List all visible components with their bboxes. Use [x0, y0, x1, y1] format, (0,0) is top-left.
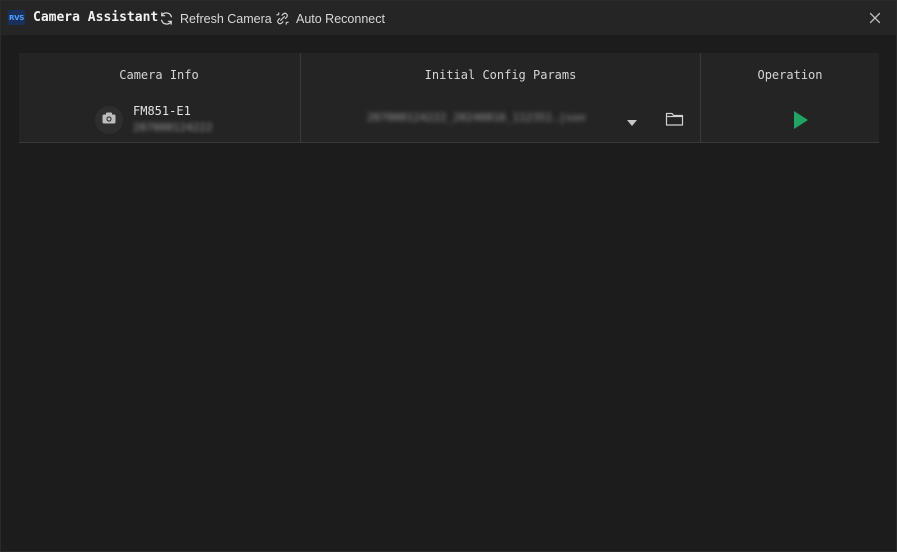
refresh-camera-label: Refresh Camera	[180, 11, 272, 26]
camera-table: Camera Info FM851-E1 207000124222 Initia…	[19, 53, 879, 143]
auto-reconnect-label: Auto Reconnect	[296, 11, 385, 26]
config-file-value: 207000124222_20240816_112351.json	[367, 111, 586, 124]
camera-serial: 207000124222	[133, 121, 213, 134]
app-logo-text: RVS	[9, 13, 24, 22]
auto-reconnect-button[interactable]: Auto Reconnect	[275, 9, 385, 28]
start-button[interactable]	[793, 110, 811, 130]
camera-assistant-window: RVS Camera Assistant Refresh Camera Auto…	[0, 0, 897, 552]
config-file-select[interactable]: 207000124222_20240816_112351.json	[361, 109, 641, 129]
title-bar: RVS Camera Assistant Refresh Camera Auto…	[1, 1, 896, 35]
camera-avatar	[95, 106, 123, 134]
config-params-header: Initial Config Params	[424, 68, 577, 82]
app-title: Camera Assistant	[33, 10, 159, 25]
operation-header: Operation	[757, 68, 823, 82]
operation-column: Operation	[700, 53, 879, 142]
refresh-icon	[159, 11, 174, 26]
camera-info-column: Camera Info FM851-E1 207000124222	[19, 53, 299, 142]
folder-icon	[665, 112, 684, 131]
camera-icon	[102, 111, 116, 129]
config-params-column: Initial Config Params 207000124222_20240…	[300, 53, 700, 142]
app-logo: RVS	[8, 10, 25, 25]
close-icon	[867, 12, 883, 30]
camera-model: FM851-E1	[133, 104, 191, 118]
play-icon	[793, 111, 809, 134]
camera-info-header: Camera Info	[119, 68, 199, 82]
reconnect-icon	[275, 11, 290, 26]
close-button[interactable]	[867, 10, 883, 26]
refresh-camera-button[interactable]: Refresh Camera	[159, 9, 272, 28]
chevron-down-icon	[627, 114, 637, 132]
open-folder-button[interactable]	[665, 111, 685, 129]
